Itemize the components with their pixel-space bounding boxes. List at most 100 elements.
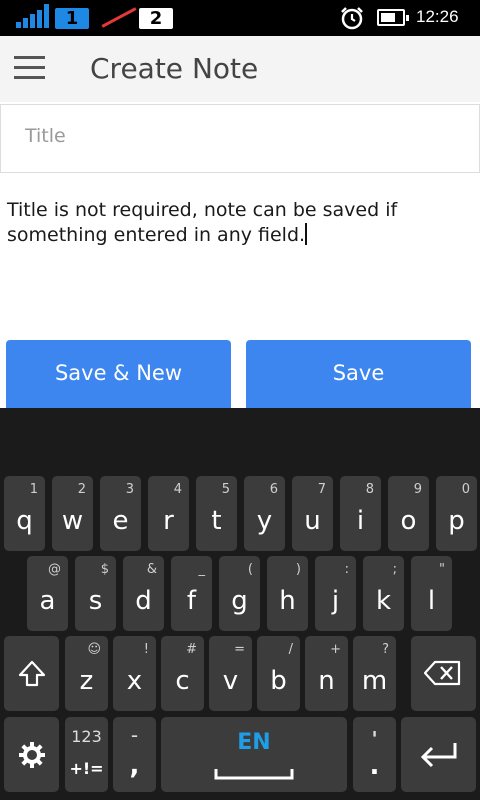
- key-label: k: [375, 586, 392, 616]
- key-hint: 2: [77, 482, 86, 497]
- hamburger-menu-icon[interactable]: [14, 56, 45, 80]
- key-label: v: [222, 666, 239, 696]
- key-hint: :: [344, 562, 349, 577]
- key-label: t: [211, 506, 222, 536]
- numbers-symbols-key[interactable]: 123 +!=: [65, 717, 108, 792]
- key-label: q: [16, 506, 33, 536]
- key-w[interactable]: 2w: [52, 476, 93, 551]
- key-label: f: [186, 586, 197, 616]
- key-hint: &: [146, 562, 157, 577]
- key-z[interactable]: ☺ z: [65, 636, 108, 711]
- key-label: x: [126, 666, 143, 696]
- clock-time: 12:26: [416, 7, 459, 26]
- key-label: s: [88, 586, 103, 616]
- key-hint: /: [288, 642, 293, 657]
- comma-label: ,: [129, 751, 140, 781]
- key-hint: 1: [29, 482, 38, 497]
- key-hint: 9: [413, 482, 422, 497]
- key-hint: _: [198, 562, 206, 577]
- page-title: Create Note: [90, 52, 259, 85]
- key-a[interactable]: @ a: [27, 556, 68, 631]
- key-c[interactable]: # c: [161, 636, 204, 711]
- dash-label: -: [130, 723, 139, 747]
- key-hint: @: [48, 562, 61, 577]
- key-p[interactable]: 0p: [436, 476, 477, 551]
- key-d[interactable]: & d: [123, 556, 164, 631]
- key-hint: ?: [382, 642, 389, 657]
- key-v[interactable]: = v: [209, 636, 252, 711]
- key-hint: +: [330, 642, 341, 657]
- save-and-new-button[interactable]: Save & New: [6, 340, 231, 408]
- key-b[interactable]: / b: [257, 636, 300, 711]
- key-j[interactable]: :j: [315, 556, 356, 631]
- key-label: n: [318, 666, 335, 696]
- text-cursor: [305, 223, 308, 245]
- title-field-container: [0, 104, 480, 173]
- key-label: a: [39, 586, 56, 616]
- key-label: b: [270, 666, 287, 696]
- key-hint: =: [234, 642, 245, 657]
- key-hint: 5: [221, 482, 230, 497]
- backspace-icon: [424, 660, 461, 686]
- key-r[interactable]: 4r: [148, 476, 189, 551]
- key-label: c: [175, 666, 190, 696]
- key-hint: 3: [125, 482, 134, 497]
- period-key[interactable]: ' .: [353, 717, 396, 792]
- key-label: o: [400, 506, 417, 536]
- shift-key[interactable]: [4, 636, 59, 711]
- key-k[interactable]: ; k: [363, 556, 404, 631]
- battery-icon: [377, 9, 409, 26]
- key-g[interactable]: (g: [219, 556, 260, 631]
- key-label: m: [361, 666, 388, 696]
- apostrophe-label: ': [371, 727, 378, 751]
- no-signal-icon: [101, 7, 137, 28]
- key-label: g: [231, 586, 248, 616]
- key-hint: $: [100, 562, 109, 577]
- key-label: d: [135, 586, 152, 616]
- key-label: l: [427, 586, 436, 616]
- key-x[interactable]: ! x: [113, 636, 156, 711]
- app-bar: Create Note: [0, 36, 480, 102]
- key-f[interactable]: _ f: [171, 556, 212, 631]
- key-hint: ;: [392, 562, 397, 577]
- period-label: .: [369, 751, 380, 781]
- language-label: EN: [237, 730, 271, 755]
- symbols-label: +!=: [69, 759, 104, 778]
- key-m[interactable]: ? m: [353, 636, 396, 711]
- key-label: y: [256, 506, 273, 536]
- key-q[interactable]: 1q: [4, 476, 45, 551]
- key-i[interactable]: 8i: [340, 476, 381, 551]
- sim-2-badge: 2: [139, 8, 173, 29]
- key-label: w: [61, 506, 84, 536]
- space-key[interactable]: EN: [161, 717, 347, 792]
- comma-key[interactable]: - ,: [113, 717, 156, 792]
- save-button[interactable]: Save: [246, 340, 471, 408]
- key-o[interactable]: 9o: [388, 476, 429, 551]
- title-input[interactable]: [25, 125, 445, 147]
- key-u[interactable]: 7u: [292, 476, 333, 551]
- settings-key[interactable]: [4, 717, 59, 792]
- note-input[interactable]: Title is not required, note can be saved…: [7, 198, 467, 248]
- enter-arrow-icon: [420, 743, 457, 768]
- key-s[interactable]: $ s: [75, 556, 116, 631]
- note-text: Title is not required, note can be saved…: [7, 199, 398, 246]
- enter-key[interactable]: [401, 717, 476, 792]
- key-t[interactable]: 5t: [196, 476, 237, 551]
- key-l[interactable]: " l: [411, 556, 452, 631]
- alarm-clock-icon: [341, 7, 363, 30]
- key-n[interactable]: + n: [305, 636, 348, 711]
- key-label: p: [448, 506, 465, 536]
- key-hint: ☺: [87, 642, 101, 657]
- key-label: e: [112, 506, 129, 536]
- key-hint: (: [247, 562, 253, 577]
- gear-icon: [19, 742, 45, 768]
- key-e[interactable]: 3e: [100, 476, 141, 551]
- backspace-key[interactable]: [411, 636, 476, 711]
- key-label: j: [331, 586, 340, 616]
- key-h[interactable]: ) h: [267, 556, 308, 631]
- spacebar-icon: [214, 769, 294, 780]
- key-hint: 0: [461, 482, 470, 497]
- key-hint: ): [295, 562, 301, 577]
- key-y[interactable]: 6y: [244, 476, 285, 551]
- key-label: u: [304, 506, 321, 536]
